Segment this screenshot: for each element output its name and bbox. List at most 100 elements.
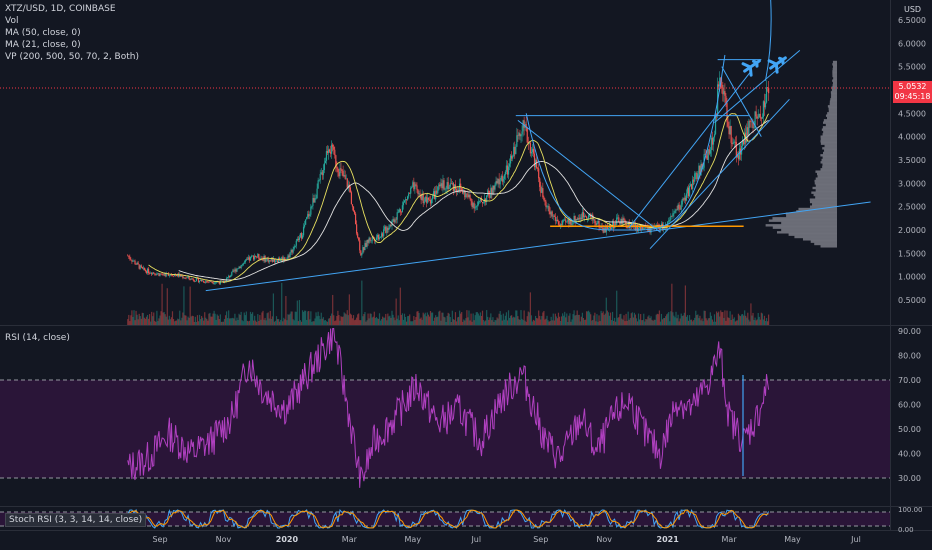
candle-body <box>287 255 289 259</box>
time-tick-label: May <box>405 535 422 544</box>
candle-body <box>724 91 726 96</box>
volume-bar <box>653 319 655 325</box>
candle-body <box>189 278 191 280</box>
volume-bar <box>495 320 497 325</box>
candle-body <box>492 185 494 195</box>
volume-bar <box>743 315 745 325</box>
rsi-label[interactable]: RSI (14, close) <box>5 333 70 343</box>
volume-bar <box>672 312 674 325</box>
volume-bar <box>457 316 460 325</box>
volume-bar <box>592 319 594 325</box>
candle-body <box>481 201 484 204</box>
volume-bar <box>628 319 630 325</box>
candle-body <box>338 171 340 177</box>
candle-body <box>145 270 148 274</box>
volume-bar <box>618 317 620 325</box>
volume-bar <box>373 311 375 325</box>
candle-body <box>422 193 424 204</box>
legend-ma21[interactable]: MA (21, close, 0) <box>5 39 139 51</box>
volume-bar <box>380 319 383 325</box>
volume-bar <box>673 315 675 325</box>
volume-bar <box>352 315 355 325</box>
candle-body <box>449 183 451 187</box>
legend-vp[interactable]: VP (200, 500, 50, 70, 2, Both) <box>5 51 139 63</box>
legend-vol[interactable]: Vol <box>5 15 139 27</box>
volume-bar <box>349 313 351 325</box>
volume-profile-row <box>826 116 837 120</box>
volume-bar <box>138 313 140 325</box>
candle-body <box>240 265 242 269</box>
volume-bar <box>627 311 629 325</box>
candle-body <box>344 175 346 179</box>
candle-body <box>677 204 679 211</box>
volume-bar <box>608 315 611 325</box>
volume-profile-row <box>822 121 837 124</box>
volume-bar <box>532 319 535 325</box>
candle-body <box>129 256 131 259</box>
volume-bar <box>442 312 444 325</box>
volume-bar <box>146 314 149 325</box>
volume-bar <box>379 320 382 325</box>
symbol-title[interactable]: XTZ/USD, 1D, COINBASE <box>5 3 139 15</box>
candle-body <box>467 194 469 198</box>
volume-bar <box>423 314 425 325</box>
stoch-rsi-label[interactable]: Stoch RSI (3, 3, 14, 14, close) <box>5 513 147 527</box>
volume-bar <box>686 315 689 325</box>
candle-body <box>351 204 354 207</box>
volume-bar <box>562 313 564 325</box>
volume-profile-row <box>827 112 837 115</box>
legend-ma50[interactable]: MA (50, close, 0) <box>5 27 139 39</box>
volume-profile-row <box>825 123 837 127</box>
candle-body <box>339 168 341 177</box>
bar-countdown: 09:45:18 <box>894 92 931 101</box>
volume-bar <box>619 314 621 325</box>
volume-profile-row <box>813 193 837 197</box>
volume-bar <box>297 321 299 325</box>
candle-body <box>128 255 130 257</box>
candle-body <box>239 266 241 269</box>
volume-bar <box>677 314 679 325</box>
volume-profile-row <box>781 221 837 225</box>
candle-body <box>506 165 509 175</box>
candle-body <box>582 212 585 218</box>
candle-body <box>170 274 173 276</box>
volume-bar <box>227 318 229 325</box>
volume-bar <box>668 312 670 325</box>
volume-bar <box>679 318 681 325</box>
volume-bar <box>405 321 408 325</box>
volume-bar <box>312 321 314 325</box>
volume-bar <box>218 319 220 325</box>
candle-body <box>750 121 752 122</box>
volume-bar <box>722 312 724 325</box>
volume-bar <box>693 320 695 325</box>
volume-bar <box>274 320 277 325</box>
candle-body <box>181 276 183 277</box>
price-tick-label: 1.5000 <box>898 249 926 258</box>
volume-bar <box>208 313 210 325</box>
volume-bar <box>197 321 200 325</box>
candle-body <box>518 133 520 136</box>
volume-profile-row <box>814 179 837 183</box>
volume-bar <box>369 313 371 325</box>
candle-body <box>228 275 230 278</box>
candle-body <box>131 260 133 262</box>
candle-body <box>411 186 413 189</box>
volume-bar <box>241 320 243 325</box>
volume-bar <box>483 321 486 325</box>
volume-bar <box>398 320 400 325</box>
volume-bar <box>251 312 254 325</box>
volume-bar <box>384 317 386 325</box>
price-tick-label: 5.5000 <box>898 63 926 72</box>
volume-bar <box>263 319 265 325</box>
volume-bar <box>727 317 729 325</box>
candle-body <box>563 219 565 221</box>
candle-body <box>324 160 327 164</box>
volume-bar <box>327 318 330 325</box>
volume-bar <box>449 317 451 325</box>
volume-bar <box>738 315 741 325</box>
candle-body <box>577 218 579 221</box>
volume-bar <box>259 315 261 325</box>
candle-body <box>507 166 510 175</box>
volume-bar <box>466 310 468 325</box>
volume-bar <box>253 320 255 325</box>
